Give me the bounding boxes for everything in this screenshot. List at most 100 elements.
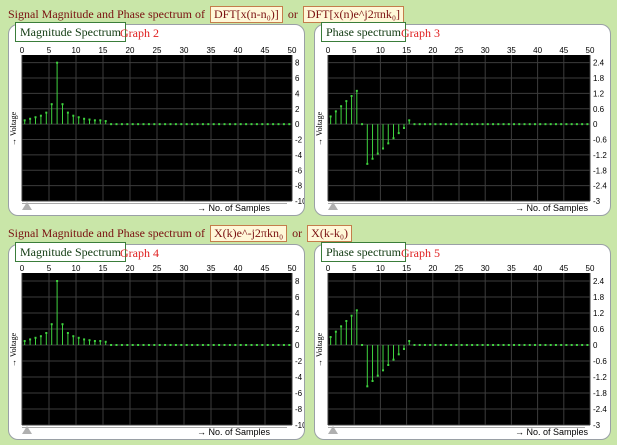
- stem-point: [196, 344, 199, 346]
- x-tick-label: 35: [207, 46, 216, 55]
- spectrum-plot: 0510152025303540455086420-2-4-6-8-10: [20, 46, 304, 206]
- stem-point: [413, 344, 416, 346]
- sample-slider[interactable]: [22, 202, 287, 212]
- stem-point: [153, 344, 156, 346]
- x-tick-label: 0: [326, 46, 331, 55]
- stem-point: [429, 344, 432, 346]
- y-tick-label: -3: [593, 197, 601, 206]
- x-tick-label: 20: [126, 46, 135, 55]
- stem-point: [408, 119, 411, 122]
- section-1-formula-1: DFT[x(n-n₀)]: [209, 6, 283, 23]
- stem-point: [434, 344, 437, 346]
- x-tick-label: 40: [234, 264, 243, 273]
- stem-point: [581, 123, 584, 126]
- x-tick-label: 15: [99, 264, 108, 273]
- stem-point: [250, 344, 253, 346]
- stem-point: [444, 123, 447, 126]
- y-axis-label: → Voltage: [315, 111, 324, 146]
- stem-point: [180, 344, 183, 346]
- x-tick-label: 10: [376, 264, 385, 273]
- stem-point: [56, 280, 59, 282]
- x-tick-label: 5: [47, 264, 52, 273]
- stem-point: [255, 344, 258, 346]
- sample-slider[interactable]: [328, 426, 585, 436]
- stem-point: [142, 344, 145, 346]
- stem-point: [137, 344, 140, 346]
- y-tick-label: 8: [295, 277, 300, 286]
- section-1-prefix: Signal Magnitude and Phase spectrum of: [8, 7, 205, 21]
- stem-point: [560, 344, 563, 346]
- stem-point: [533, 123, 536, 126]
- stem-point: [366, 385, 369, 388]
- y-tick-label: -0.6: [593, 136, 607, 145]
- stem-point: [329, 115, 332, 118]
- stem-point: [115, 344, 118, 346]
- stem-point: [239, 123, 242, 126]
- stem-point: [492, 344, 495, 346]
- x-tick-label: 10: [72, 46, 81, 55]
- slider-thumb[interactable]: [22, 426, 32, 434]
- stem-point: [418, 123, 421, 126]
- stem-point: [61, 103, 64, 106]
- stem-point: [34, 116, 37, 119]
- stem-point: [565, 123, 568, 126]
- stem-point: [575, 344, 578, 346]
- stem-point: [120, 123, 123, 126]
- stem-point: [497, 123, 500, 126]
- stem-point: [45, 332, 48, 334]
- sample-slider[interactable]: [328, 202, 585, 212]
- x-tick-label: 45: [559, 264, 568, 273]
- slider-thumb[interactable]: [22, 202, 32, 210]
- section-2-formula-1: X(k)e^-j2πkn₀: [209, 225, 288, 242]
- y-tick-label: 4: [295, 309, 300, 318]
- stem-point: [376, 152, 379, 155]
- stem-point: [539, 123, 542, 126]
- stem-point: [423, 123, 426, 126]
- stem-point: [565, 344, 568, 346]
- stem-point: [486, 123, 489, 126]
- x-tick-label: 20: [428, 46, 437, 55]
- stem-point: [23, 119, 26, 122]
- stem-point: [104, 120, 107, 123]
- slider-thumb[interactable]: [328, 202, 338, 210]
- y-tick-label: 1.2: [593, 89, 605, 98]
- x-tick-label: 15: [402, 46, 411, 55]
- x-tick-label: 5: [352, 264, 357, 273]
- y-tick-label: -0.6: [593, 357, 607, 366]
- x-tick-label: 0: [20, 264, 25, 273]
- stem-point: [455, 123, 458, 126]
- x-tick-label: 0: [20, 46, 25, 55]
- stem-point: [586, 344, 589, 346]
- stem-point: [387, 142, 390, 145]
- stem-point: [29, 338, 32, 341]
- stem-point: [355, 309, 358, 312]
- x-tick-label: 35: [207, 264, 216, 273]
- stem-point: [45, 111, 48, 114]
- spectrum-plot: 0 5 10 15 20 25 30 35 40 45 50 2.4 1.8 1.2 0.6 0 -0.6 -1.…: [326, 46, 608, 206]
- stem-point: [169, 123, 172, 126]
- stem-point: [185, 123, 188, 126]
- stem-point: [455, 344, 458, 346]
- stem-point: [83, 117, 86, 120]
- stem-point: [245, 123, 248, 126]
- stem-point: [329, 336, 332, 338]
- stem-point: [518, 123, 521, 126]
- stem-point: [234, 344, 237, 346]
- stem-point: [191, 123, 194, 126]
- stem-point: [507, 344, 510, 346]
- stem-point: [164, 123, 167, 126]
- stem-point: [110, 344, 113, 346]
- x-tick-label: 50: [586, 264, 595, 273]
- stem-point: [207, 123, 210, 126]
- section-2-or: or: [292, 226, 303, 240]
- stem-point: [158, 344, 161, 346]
- stem-point: [575, 123, 578, 126]
- y-tick-label: -2: [295, 136, 303, 145]
- stem-point: [460, 344, 463, 346]
- sample-slider[interactable]: [22, 426, 287, 436]
- stem-point: [513, 123, 516, 126]
- stem-point: [340, 325, 343, 328]
- y-tick-label: -4: [295, 373, 303, 382]
- stem-point: [169, 344, 172, 346]
- slider-thumb[interactable]: [328, 426, 338, 434]
